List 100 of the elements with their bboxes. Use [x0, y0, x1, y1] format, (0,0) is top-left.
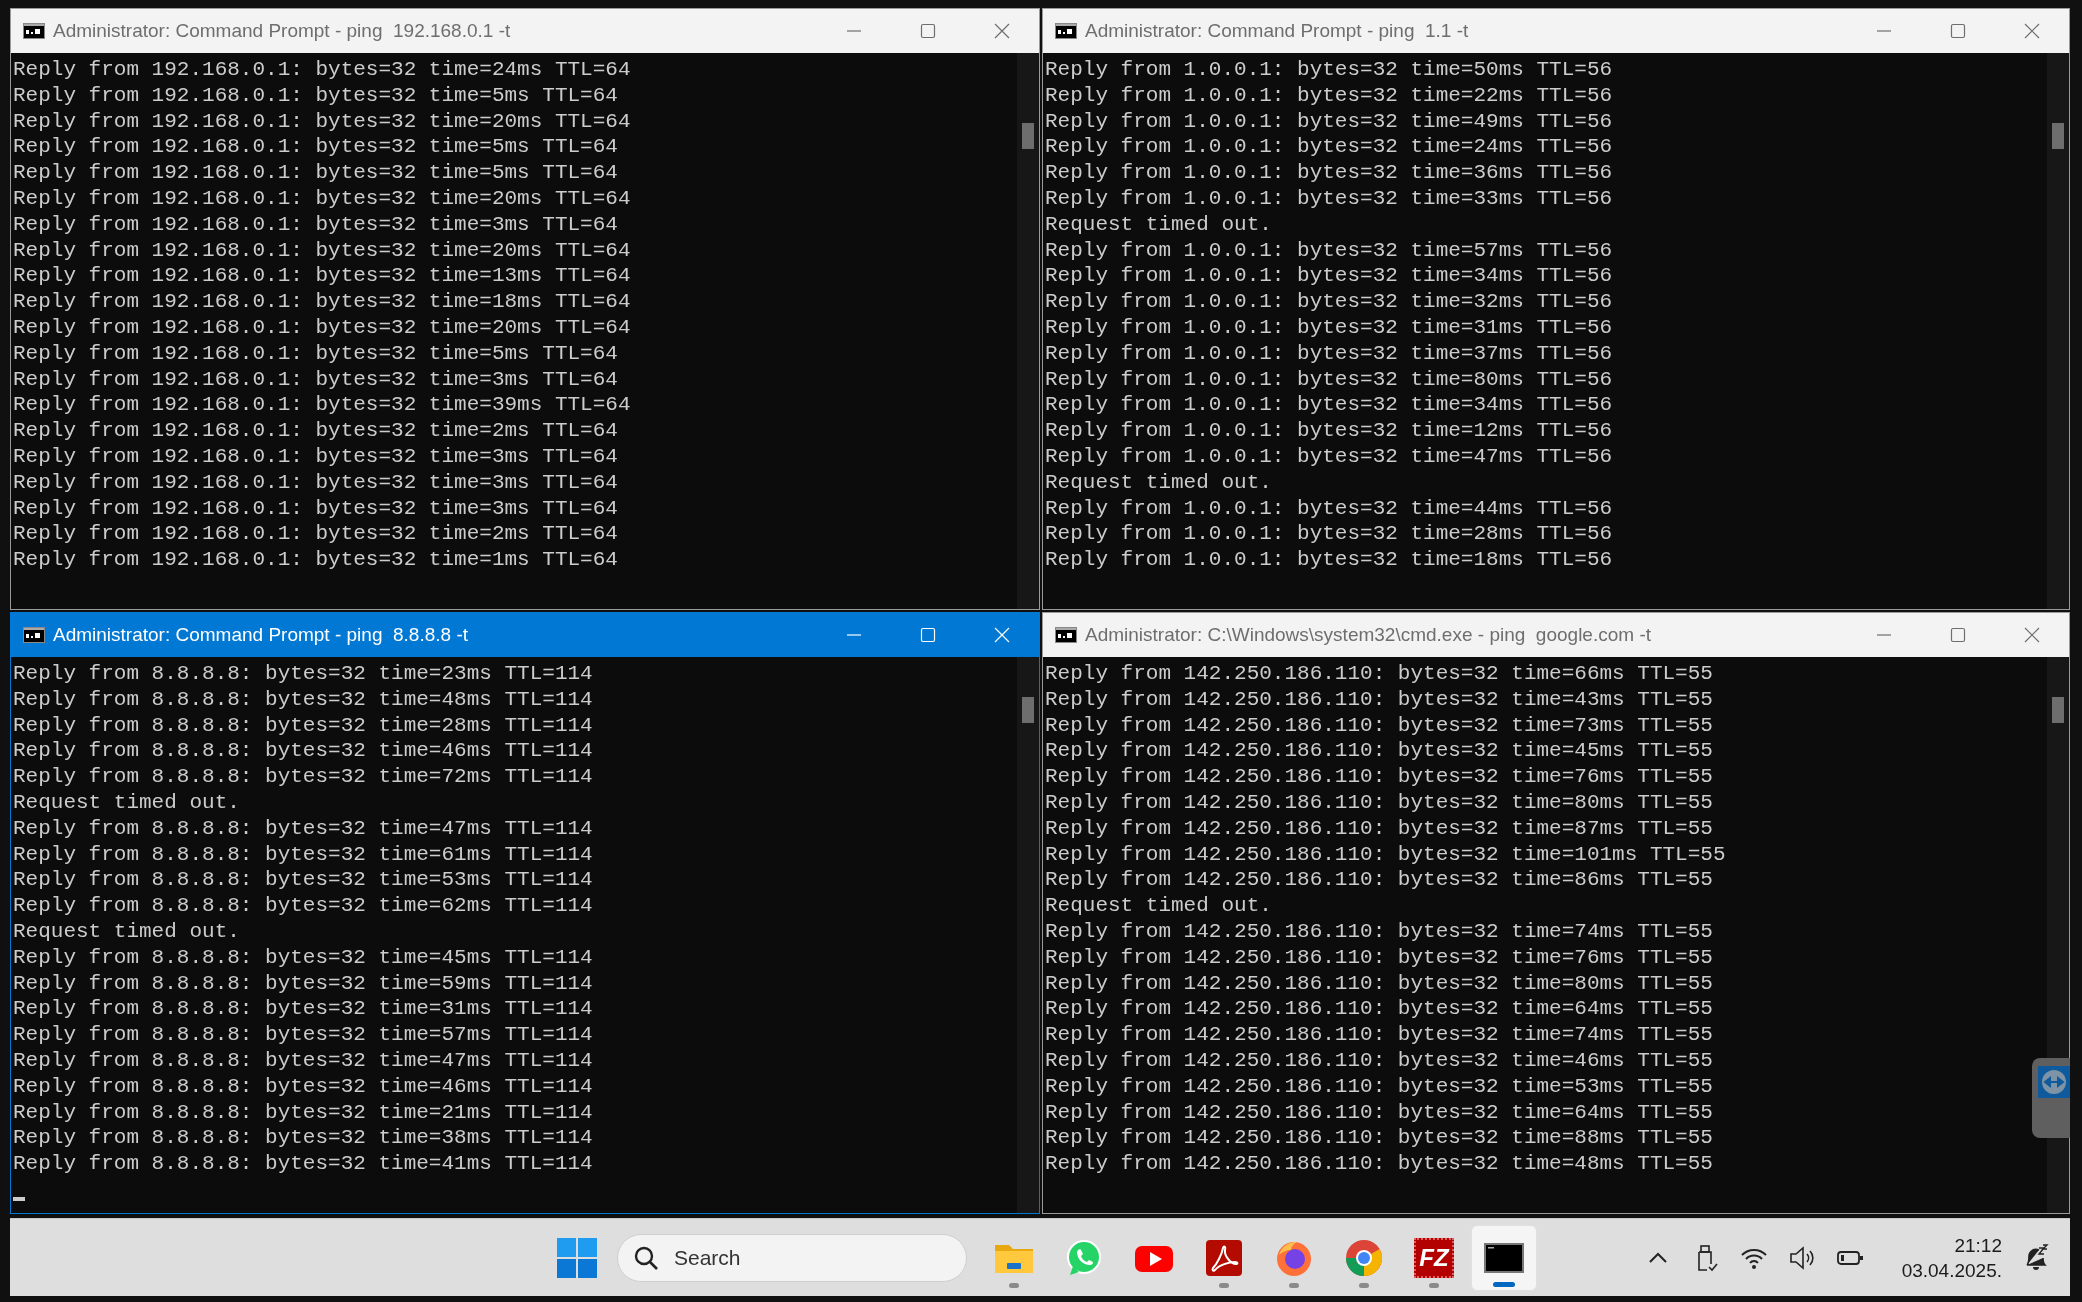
minimize-icon	[846, 634, 862, 636]
console-line: Reply from 1.0.0.1: bytes=32 time=57ms TTL=56	[1045, 237, 1613, 264]
window-title: Administrator: C:\Windows\system32\cmd.exe - ping google.com -t	[1085, 624, 1652, 646]
close-icon	[994, 627, 1010, 643]
console-line: Reply from 192.168.0.1: bytes=32 time=20ms TTL=64	[13, 314, 631, 341]
console-line: Reply from 192.168.0.1: bytes=32 time=18ms TTL=64	[13, 289, 631, 315]
minimize-icon	[1876, 30, 1892, 32]
window-title: Administrator: Command Prompt - ping 1.1 -t	[1085, 20, 1470, 42]
console-line: Reply from 1.0.0.1: bytes=32 time=22ms TTL=56	[1045, 82, 1613, 109]
console-line: Reply from 142.250.186.110: bytes=32 time=64ms TTL=55	[1045, 996, 1713, 1023]
window-title: Administrator: Command Prompt - ping 192.168.0.1 -t	[53, 20, 512, 42]
console-line: Reply from 8.8.8.8: bytes=32 time=23ms TTL=114	[13, 661, 593, 687]
console-line: Reply from 8.8.8.8: bytes=32 time=21ms TTL=114	[13, 1099, 593, 1126]
console-line: Reply from 142.250.186.110: bytes=32 time=66ms TTL=55	[1045, 661, 1713, 687]
taskbar-app[interactable]: FZ	[1401, 1224, 1467, 1291]
remote-control-tab[interactable]	[2032, 1058, 2070, 1138]
console-line: Reply from 1.0.0.1: bytes=32 time=37ms TTL=56	[1045, 340, 1613, 367]
console-line: Reply from 192.168.0.1: bytes=32 time=3ms TTL=64	[13, 443, 618, 470]
console-line: Reply from 142.250.186.110: bytes=32 time=48ms TTL=55	[1045, 1151, 1713, 1177]
taskbar-app[interactable]	[1471, 1224, 1537, 1291]
console-line: Reply from 8.8.8.8: bytes=32 time=61ms TTL=114	[13, 841, 593, 868]
title-bar[interactable]: Administrator: Command Prompt - ping 8.8.8.8 -t	[11, 613, 1039, 657]
scrollbar[interactable]	[1017, 657, 1039, 1213]
console-icon	[1055, 627, 1077, 643]
console-line: Reply from 192.168.0.1: bytes=32 time=5ms TTL=64	[13, 82, 618, 109]
console-line: Reply from 192.168.0.1: bytes=32 time=20ms TTL=64	[13, 237, 631, 264]
console-line: Reply from 192.168.0.1: bytes=32 time=5ms TTL=64	[13, 160, 618, 186]
console-line: Reply from 192.168.0.1: bytes=32 time=3ms TTL=64	[13, 211, 618, 238]
maximize-icon	[1950, 627, 1966, 643]
console-line: Request timed out.	[13, 790, 240, 816]
console-line: Reply from 8.8.8.8: bytes=32 time=72ms TTL=114	[13, 764, 593, 790]
console-line: Reply from 142.250.186.110: bytes=32 time=74ms TTL=55	[1045, 1022, 1713, 1048]
console-line: Reply from 8.8.8.8: bytes=32 time=57ms TTL=114	[13, 1022, 593, 1048]
console-line: Reply from 192.168.0.1: bytes=32 time=3ms TTL=64	[13, 366, 618, 393]
console-line: Reply from 8.8.8.8: bytes=32 time=62ms TTL=114	[13, 893, 593, 919]
console-line: Reply from 1.0.0.1: bytes=32 time=32ms TTL=56	[1045, 289, 1613, 315]
maximize-icon	[1950, 23, 1966, 39]
console-line: Reply from 142.250.186.110: bytes=32 time=101ms TTL=55	[1045, 841, 1726, 868]
maximize-icon	[920, 23, 936, 39]
console-line: Reply from 142.250.186.110: bytes=32 time=87ms TTL=55	[1045, 815, 1713, 842]
clock-time[interactable]: 21:12	[1954, 1232, 2002, 1258]
console-line: Reply from 142.250.186.110: bytes=32 time=80ms TTL=55	[1045, 970, 1713, 997]
console-line: Reply from 142.250.186.110: bytes=32 time=76ms TTL=55	[1045, 764, 1713, 790]
console-line: Reply from 1.0.0.1: bytes=32 time=36ms TTL=56	[1045, 160, 1613, 186]
console-line: Reply from 142.250.186.110: bytes=32 time=45ms TTL=55	[1045, 738, 1713, 765]
console-line: Reply from 1.0.0.1: bytes=32 time=50ms TTL=56	[1045, 57, 1613, 83]
console-line: Reply from 192.168.0.1: bytes=32 time=20ms TTL=64	[13, 108, 631, 135]
console-line: Reply from 192.168.0.1: bytes=32 time=39ms TTL=64	[13, 392, 631, 419]
window-title: Administrator: Command Prompt - ping 8.8.8.8 -t	[53, 624, 469, 646]
console-line: Reply from 1.0.0.1: bytes=32 time=80ms TTL=56	[1045, 366, 1613, 393]
console-icon	[23, 627, 45, 643]
console-line: Reply from 1.0.0.1: bytes=32 time=44ms TTL=56	[1045, 495, 1613, 522]
console-line: Reply from 142.250.186.110: bytes=32 time=80ms TTL=55	[1045, 790, 1713, 816]
console-line: Reply from 8.8.8.8: bytes=32 time=38ms TTL=114	[13, 1125, 593, 1152]
console-line: Reply from 8.8.8.8: bytes=32 time=48ms TTL=114	[13, 686, 593, 713]
minimize-icon	[1876, 634, 1892, 636]
filezilla-logo: FZ	[1414, 1237, 1454, 1278]
console-line: Reply from 142.250.186.110: bytes=32 time=76ms TTL=55	[1045, 944, 1713, 971]
console-line: Reply from 1.0.0.1: bytes=32 time=34ms TTL=56	[1045, 263, 1613, 290]
console-line: Reply from 8.8.8.8: bytes=32 time=53ms TTL=114	[13, 867, 593, 894]
start-button[interactable]	[555, 1235, 599, 1280]
console-line: Reply from 192.168.0.1: bytes=32 time=2ms TTL=64	[13, 521, 618, 548]
console-line: Reply from 8.8.8.8: bytes=32 time=28ms TTL=114	[13, 712, 593, 739]
console-line: Reply from 142.250.186.110: bytes=32 time=88ms TTL=55	[1045, 1125, 1713, 1152]
console-line: Request timed out.	[1045, 893, 1272, 919]
console-line: Reply from 192.168.0.1: bytes=32 time=3ms TTL=64	[13, 469, 618, 496]
scrollbar[interactable]	[2047, 53, 2069, 609]
console-line: Reply from 142.250.186.110: bytes=32 time=46ms TTL=55	[1045, 1047, 1713, 1074]
console-line: Reply from 142.250.186.110: bytes=32 time=74ms TTL=55	[1045, 918, 1713, 945]
console-line: Reply from 1.0.0.1: bytes=32 time=12ms TTL=56	[1045, 418, 1613, 444]
console-line: Reply from 8.8.8.8: bytes=32 time=47ms TTL=114	[13, 815, 593, 842]
console-line: Reply from 1.0.0.1: bytes=32 time=47ms TTL=56	[1045, 443, 1613, 470]
console-line: Reply from 1.0.0.1: bytes=32 time=24ms TTL=56	[1045, 134, 1613, 161]
maximize-icon	[920, 627, 936, 643]
console-line: Reply from 8.8.8.8: bytes=32 time=45ms TTL=114	[13, 944, 593, 971]
console-line: Reply from 142.250.186.110: bytes=32 time=86ms TTL=55	[1045, 867, 1713, 894]
console-line: Reply from 1.0.0.1: bytes=32 time=33ms TTL=56	[1045, 186, 1613, 212]
close-icon	[2024, 23, 2040, 39]
console-line: Reply from 192.168.0.1: bytes=32 time=1ms TTL=64	[13, 547, 618, 573]
console-line: Reply from 192.168.0.1: bytes=32 time=24ms TTL=64	[13, 57, 631, 83]
console-line: Reply from 8.8.8.8: bytes=32 time=59ms TTL=114	[13, 970, 593, 997]
search-field[interactable]: Search	[617, 1233, 967, 1282]
minimize-icon	[846, 30, 862, 32]
console-line: Reply from 142.250.186.110: bytes=32 time=43ms TTL=55	[1045, 686, 1713, 713]
close-icon	[994, 23, 1010, 39]
console-icon	[23, 23, 45, 39]
scrollbar[interactable]	[1017, 53, 1039, 609]
clock-date[interactable]: 03.04.2025.	[1901, 1257, 2002, 1283]
console-line: Reply from 142.250.186.110: bytes=32 time=73ms TTL=55	[1045, 712, 1713, 739]
console-line: Reply from 192.168.0.1: bytes=32 time=5ms TTL=64	[13, 134, 618, 161]
console-line: Reply from 1.0.0.1: bytes=32 time=31ms TTL=56	[1045, 314, 1613, 341]
console-line: Reply from 1.0.0.1: bytes=32 time=28ms TTL=56	[1045, 521, 1613, 548]
console-line: Reply from 192.168.0.1: bytes=32 time=13ms TTL=64	[13, 263, 631, 290]
console-line: Reply from 192.168.0.1: bytes=32 time=3ms TTL=64	[13, 495, 618, 522]
search-icon	[633, 1244, 659, 1271]
console-line: Reply from 142.250.186.110: bytes=32 time=53ms TTL=55	[1045, 1073, 1713, 1100]
console-line: Reply from 192.168.0.1: bytes=32 time=5ms TTL=64	[13, 340, 618, 367]
console-line: Reply from 8.8.8.8: bytes=32 time=46ms TTL=114	[13, 738, 593, 765]
console-line: Reply from 8.8.8.8: bytes=32 time=41ms TTL=114	[13, 1151, 593, 1177]
console-line: Request timed out.	[13, 918, 240, 945]
